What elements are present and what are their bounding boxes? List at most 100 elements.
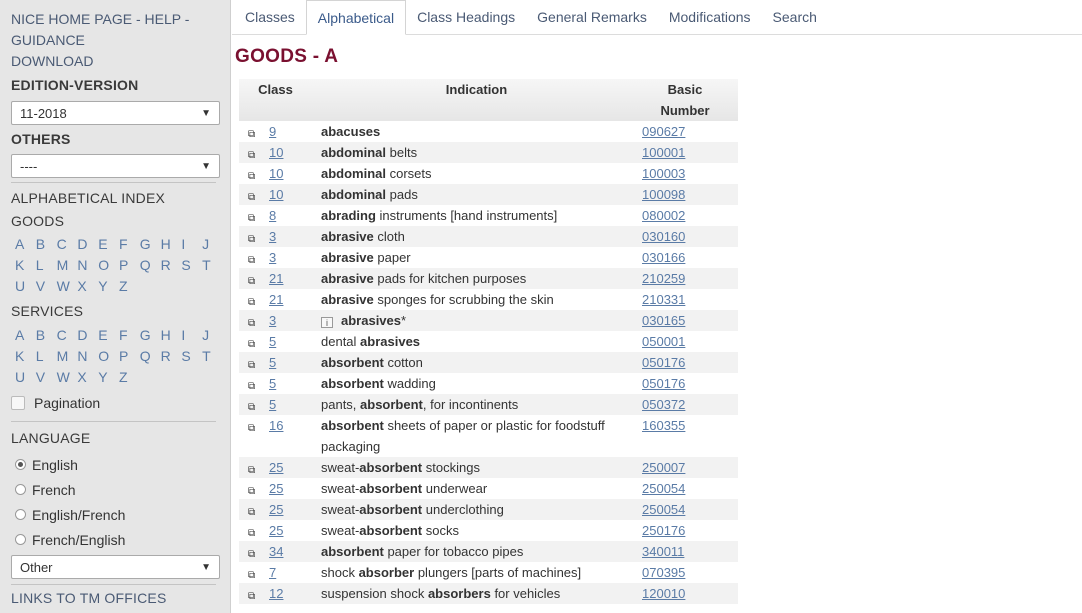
services-letter-link-x[interactable]: X	[77, 367, 94, 388]
basic-number-link[interactable]: 090627	[642, 124, 685, 139]
basic-number-column-header[interactable]: Basic Number	[632, 79, 738, 121]
external-link-icon[interactable]: ⧉	[248, 298, 259, 308]
external-link-icon[interactable]: ⧉	[248, 466, 259, 476]
language-option[interactable]: French/English	[11, 527, 220, 552]
basic-number-link[interactable]: 100001	[642, 145, 685, 160]
class-link[interactable]: 21	[269, 271, 283, 286]
class-link[interactable]: 25	[269, 460, 283, 475]
nav-link-guidance[interactable]: GUIDANCE	[11, 30, 220, 51]
goods-letter-link-e[interactable]: E	[98, 234, 115, 255]
external-link-icon[interactable]: ⧉	[248, 550, 259, 560]
basic-number-link[interactable]: 030165	[642, 313, 685, 328]
services-letter-link-j[interactable]: J	[202, 325, 219, 346]
external-link-icon[interactable]: ⧉	[248, 487, 259, 497]
goods-letter-link-p[interactable]: P	[119, 255, 136, 276]
services-letter-link-k[interactable]: K	[15, 346, 32, 367]
goods-letter-link-i[interactable]: I	[181, 234, 198, 255]
services-letter-link-r[interactable]: R	[161, 346, 178, 367]
basic-number-link[interactable]: 250054	[642, 502, 685, 517]
external-link-icon[interactable]: ⧉	[248, 277, 259, 287]
services-letter-link-a[interactable]: A	[15, 325, 32, 346]
indication-column-header[interactable]: Indication	[312, 79, 632, 121]
radio-button[interactable]	[15, 509, 26, 520]
goods-letter-link-a[interactable]: A	[15, 234, 32, 255]
class-link[interactable]: 10	[269, 166, 283, 181]
external-link-icon[interactable]: ⧉	[248, 214, 259, 224]
goods-letter-link-g[interactable]: G	[140, 234, 157, 255]
services-letter-link-z[interactable]: Z	[119, 367, 136, 388]
pagination-checkbox[interactable]	[11, 396, 25, 410]
goods-letter-link-k[interactable]: K	[15, 255, 32, 276]
basic-number-link[interactable]: 070395	[642, 565, 685, 580]
services-letter-link-t[interactable]: T	[202, 346, 219, 367]
basic-number-link[interactable]: 160355	[642, 418, 685, 433]
class-link[interactable]: 9	[269, 124, 276, 139]
basic-number-link[interactable]: 100098	[642, 187, 685, 202]
services-letter-link-b[interactable]: B	[36, 325, 53, 346]
external-link-icon[interactable]: ⧉	[248, 235, 259, 245]
external-link-icon[interactable]: ⧉	[248, 193, 259, 203]
external-link-icon[interactable]: ⧉	[248, 340, 259, 350]
class-link[interactable]: 25	[269, 481, 283, 496]
goods-letter-link-d[interactable]: D	[77, 234, 94, 255]
tab-classes[interactable]: Classes	[234, 0, 306, 34]
basic-number-link[interactable]: 050176	[642, 355, 685, 370]
goods-letter-link-r[interactable]: R	[161, 255, 178, 276]
external-link-icon[interactable]: ⧉	[248, 571, 259, 581]
class-link[interactable]: 34	[269, 544, 283, 559]
basic-number-link[interactable]: 250054	[642, 481, 685, 496]
basic-number-link[interactable]: 030166	[642, 250, 685, 265]
class-link[interactable]: 3	[269, 313, 276, 328]
nav-link-download[interactable]: DOWNLOAD	[11, 51, 220, 72]
services-letter-link-p[interactable]: P	[119, 346, 136, 367]
goods-letter-link-n[interactable]: N	[77, 255, 94, 276]
basic-number-link[interactable]: 050176	[642, 376, 685, 391]
external-link-icon[interactable]: ⧉	[248, 319, 259, 329]
external-link-icon[interactable]: ⧉	[248, 592, 259, 602]
language-option[interactable]: English	[11, 452, 220, 477]
class-link[interactable]: 3	[269, 250, 276, 265]
basic-number-link[interactable]: 080002	[642, 208, 685, 223]
goods-letter-link-v[interactable]: V	[36, 276, 53, 297]
goods-letter-link-u[interactable]: U	[15, 276, 32, 297]
tab-general-remarks[interactable]: General Remarks	[526, 0, 658, 34]
radio-button[interactable]	[15, 484, 26, 495]
class-link[interactable]: 7	[269, 565, 276, 580]
basic-number-link[interactable]: 100003	[642, 166, 685, 181]
class-link[interactable]: 5	[269, 376, 276, 391]
goods-letter-link-m[interactable]: M	[57, 255, 74, 276]
class-link[interactable]: 16	[269, 418, 283, 433]
services-letter-link-w[interactable]: W	[57, 367, 74, 388]
services-letter-link-d[interactable]: D	[77, 325, 94, 346]
radio-button[interactable]	[15, 534, 26, 545]
info-icon[interactable]: i	[321, 317, 333, 328]
tab-alphabetical[interactable]: Alphabetical	[305, 0, 407, 35]
basic-number-link[interactable]: 050001	[642, 334, 685, 349]
basic-number-link[interactable]: 250007	[642, 460, 685, 475]
class-link[interactable]: 5	[269, 355, 276, 370]
goods-letter-link-q[interactable]: Q	[140, 255, 157, 276]
goods-letter-link-t[interactable]: T	[202, 255, 219, 276]
nav-link-home-help[interactable]: NICE HOME PAGE - HELP -	[11, 9, 220, 30]
external-link-icon[interactable]: ⧉	[248, 403, 259, 413]
services-letter-link-e[interactable]: E	[98, 325, 115, 346]
class-link[interactable]: 5	[269, 334, 276, 349]
goods-letter-link-y[interactable]: Y	[98, 276, 115, 297]
goods-letter-link-j[interactable]: J	[202, 234, 219, 255]
language-option[interactable]: English/French	[11, 502, 220, 527]
services-letter-link-i[interactable]: I	[181, 325, 198, 346]
goods-letter-link-h[interactable]: H	[161, 234, 178, 255]
services-letter-link-u[interactable]: U	[15, 367, 32, 388]
class-link[interactable]: 21	[269, 292, 283, 307]
class-link[interactable]: 25	[269, 523, 283, 538]
external-link-icon[interactable]: ⧉	[248, 256, 259, 266]
external-link-icon[interactable]: ⧉	[248, 424, 259, 434]
class-link[interactable]: 8	[269, 208, 276, 223]
goods-letter-link-f[interactable]: F	[119, 234, 136, 255]
goods-letter-link-s[interactable]: S	[181, 255, 198, 276]
others-select[interactable]: ---- ▼	[11, 154, 220, 178]
services-letter-link-h[interactable]: H	[161, 325, 178, 346]
goods-letter-link-x[interactable]: X	[77, 276, 94, 297]
tab-search[interactable]: Search	[762, 0, 828, 34]
pagination-toggle[interactable]: Pagination	[11, 392, 220, 414]
